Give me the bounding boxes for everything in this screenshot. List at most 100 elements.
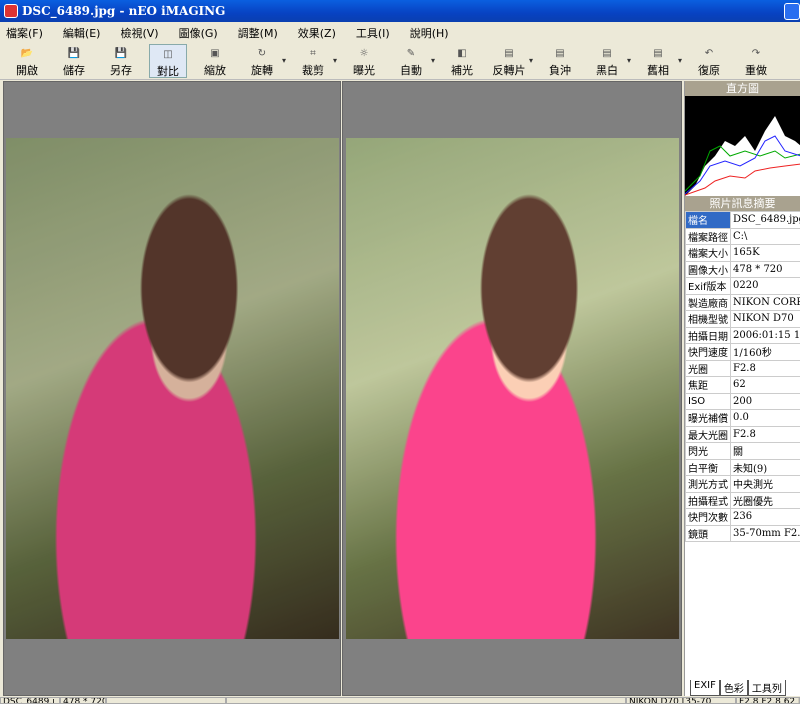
exif-row[interactable]: 快門次數 236 bbox=[685, 508, 800, 526]
redo-icon: ↷ bbox=[751, 48, 761, 59]
status-field: NIKON D70 [35-70 bbox=[626, 697, 736, 704]
dropdown-arrow-icon[interactable]: ▾ bbox=[627, 44, 639, 65]
toolbar-label: 曝光 bbox=[353, 64, 375, 77]
exif-row[interactable]: 快門速度 1/160秒 bbox=[685, 343, 800, 361]
exif-key: 光圈 bbox=[685, 359, 731, 377]
toolbar-label: 補光 bbox=[451, 64, 473, 77]
toolbar-label: 儲存 bbox=[63, 64, 85, 77]
exif-row[interactable]: 閃光關 bbox=[685, 442, 800, 460]
exif-key: 鏡頭 bbox=[685, 524, 731, 542]
fill-light-icon: ◧ bbox=[457, 48, 467, 59]
exif-value: 未知(9) bbox=[730, 458, 800, 476]
exif-key: 圖像大小 bbox=[685, 260, 731, 278]
dropdown-arrow-icon[interactable]: ▾ bbox=[678, 44, 690, 65]
toolbar-button-rotate[interactable]: ↻ 旋轉 bbox=[243, 44, 281, 78]
menu-item[interactable]: 調整(M) bbox=[238, 25, 278, 41]
exif-row[interactable]: 拍攝日期2006:01:15 15: bbox=[685, 326, 800, 344]
histogram-chart bbox=[684, 116, 800, 196]
toolbar-button-folder-open[interactable]: 📂 開啟 bbox=[8, 44, 46, 78]
menu-item[interactable]: 編輯(E) bbox=[63, 25, 101, 41]
toolbar-button-auto[interactable]: ✎ 自動 bbox=[392, 44, 430, 78]
menu-item[interactable]: 檢視(V) bbox=[120, 25, 158, 41]
toolbar-label: 負沖 bbox=[549, 64, 571, 77]
exif-row[interactable]: 檔名 DSC_6489.jpg bbox=[685, 211, 800, 229]
exif-key: 相機型號 bbox=[685, 310, 731, 328]
exif-value: 35-70mm F2.8 bbox=[730, 524, 800, 542]
exif-row[interactable]: 相機型號 NIKON D70 bbox=[685, 310, 800, 328]
exif-row[interactable]: 製造廠商NIKON CORPORATION bbox=[685, 293, 800, 311]
toolbar-button-undo[interactable]: ↶ 復原 bbox=[690, 44, 728, 78]
sepia-icon: ▤ bbox=[653, 48, 663, 59]
save-as-icon: 💾 bbox=[114, 48, 128, 59]
exif-key: 拍攝日期 bbox=[685, 326, 731, 344]
exif-row[interactable]: 光圈 F2.8 bbox=[685, 359, 800, 377]
toolbar-button-save-as[interactable]: 💾 另存 bbox=[102, 44, 140, 78]
dropdown-arrow-icon[interactable]: ▾ bbox=[282, 44, 294, 65]
minimize-button[interactable] bbox=[784, 3, 800, 20]
exif-row[interactable]: 鏡頭 35-70mm F2.8 bbox=[685, 524, 800, 542]
menu-item[interactable]: 圖像(G) bbox=[179, 25, 218, 41]
exif-row[interactable]: 曝光補償 0.0 bbox=[685, 409, 800, 427]
exif-row[interactable]: 最大光圈 F2.8 bbox=[685, 425, 800, 443]
menu-item[interactable]: 工具(I) bbox=[356, 25, 390, 41]
menu-item[interactable]: 效果(Z) bbox=[298, 25, 336, 41]
exif-value: NIKON D70 bbox=[730, 310, 800, 328]
status-field: 478 * 720 bbox=[60, 697, 106, 704]
dropdown-arrow-icon[interactable]: ▾ bbox=[333, 44, 345, 65]
menu-item[interactable]: 說明(H) bbox=[410, 25, 449, 41]
histogram-header: 直方圖 bbox=[685, 81, 800, 96]
dropdown-arrow-icon[interactable]: ▾ bbox=[529, 44, 541, 65]
exif-row[interactable]: 檔案大小 165K bbox=[685, 244, 800, 262]
exif-value: 1/160秒 bbox=[730, 343, 800, 361]
toolbar-button-compare[interactable]: ◫ 對比 bbox=[149, 44, 187, 78]
side-tabs: EXIF 色彩 工具列 bbox=[690, 680, 786, 696]
compare-icon: ◫ bbox=[163, 49, 173, 60]
toolbar-button-sepia[interactable]: ▤ 舊相 bbox=[639, 44, 677, 78]
exif-row[interactable]: 圖像大小 478 * 720 bbox=[685, 260, 800, 278]
crop-icon: ⌗ bbox=[310, 48, 316, 59]
auto-icon: ✎ bbox=[406, 48, 416, 59]
toolbar-button-crop[interactable]: ⌗ 裁剪 bbox=[294, 44, 332, 78]
window-title: DSC_6489.jpg - nEO iMAGING bbox=[22, 4, 226, 18]
status-bar: DSC_6489.j 478 * 720 NIKON D70 [35-70 F2.8 … bbox=[0, 697, 800, 704]
tab-1[interactable]: 色彩 bbox=[719, 680, 748, 696]
menu-item[interactable]: 檔案(F) bbox=[6, 25, 43, 41]
toolbar-button-cross-process[interactable]: ▤ 負沖 bbox=[541, 44, 579, 78]
exif-value: DSC_6489.jpg bbox=[730, 211, 800, 229]
exif-row[interactable]: Exif版本 0220 bbox=[685, 277, 800, 295]
toolbar-label: 旋轉 bbox=[251, 64, 273, 77]
exif-row[interactable]: 拍攝程式 光圈優先 bbox=[685, 491, 800, 509]
exif-value: 62 bbox=[730, 376, 800, 394]
exif-row[interactable]: 白平衡 未知(9) bbox=[685, 458, 800, 476]
resize-icon: ▣ bbox=[210, 48, 220, 59]
exif-key: 檔案路徑 bbox=[685, 227, 731, 245]
exif-row[interactable]: 測光方式 中央測光 bbox=[685, 475, 800, 493]
exif-key: 曝光補償 bbox=[685, 409, 731, 427]
exif-key: 測光方式 bbox=[685, 475, 731, 493]
toolbar-button-resize[interactable]: ▣ 縮放 bbox=[196, 44, 234, 78]
toolbar-button-save[interactable]: 💾 儲存 bbox=[55, 44, 93, 78]
toolbar-button-fill-light[interactable]: ◧ 補光 bbox=[443, 44, 481, 78]
toolbar-button-slide-film[interactable]: ▤ 反轉片 bbox=[490, 44, 528, 78]
tab-2[interactable]: 工具列 bbox=[747, 680, 786, 696]
toolbar-button-black-white[interactable]: ▤ 黑白 bbox=[588, 44, 626, 78]
exif-value: 236 bbox=[730, 508, 800, 526]
exif-value: 0220 bbox=[730, 277, 800, 295]
toolbar-label: 另存 bbox=[110, 64, 132, 77]
tab-0[interactable]: EXIF bbox=[690, 680, 720, 696]
exif-key: 快門速度 bbox=[685, 343, 731, 361]
exif-value: 0.0 bbox=[730, 409, 800, 427]
exif-key: 檔案大小 bbox=[685, 244, 731, 262]
toolbar-button-exposure[interactable]: ☼ 曝光 bbox=[345, 44, 383, 78]
exif-row[interactable]: ISO 200 bbox=[685, 392, 800, 410]
undo-icon: ↶ bbox=[704, 48, 714, 59]
dropdown-arrow-icon[interactable]: ▾ bbox=[431, 44, 443, 65]
exif-key: 白平衡 bbox=[685, 458, 731, 476]
exif-value: 中央測光 bbox=[730, 475, 800, 493]
original-photo bbox=[6, 138, 339, 639]
edited-photo bbox=[346, 138, 679, 639]
toolbar-button-redo[interactable]: ↷ 重做 bbox=[737, 44, 775, 78]
exif-row[interactable]: 焦距 62 bbox=[685, 376, 800, 394]
exif-row[interactable]: 檔案路徑 C:\ bbox=[685, 227, 800, 245]
exif-key: 最大光圈 bbox=[685, 425, 731, 443]
